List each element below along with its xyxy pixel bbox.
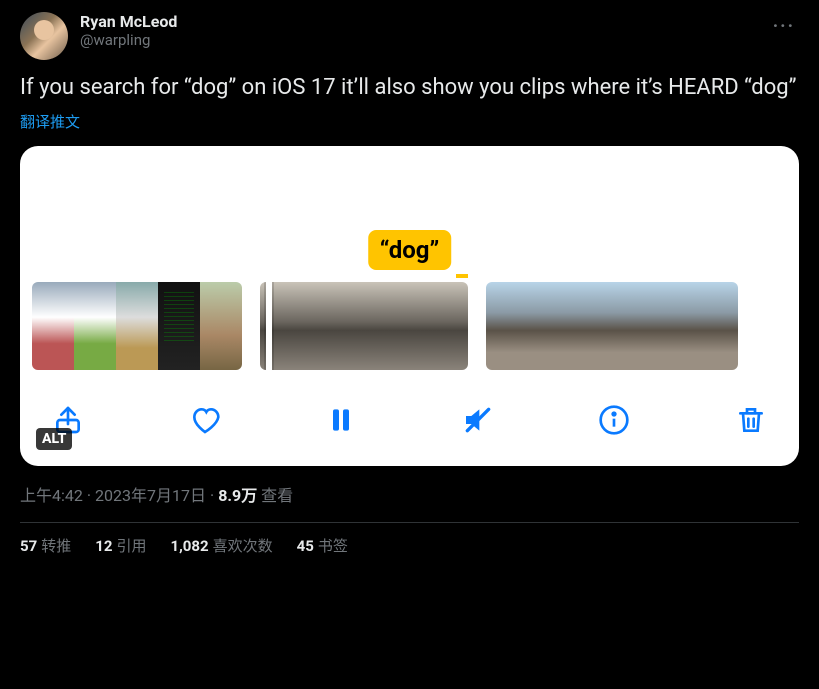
stat-label: 书签	[318, 537, 348, 555]
tweet-body: If you search for “dog” on iOS 17 it’ll …	[20, 74, 799, 103]
pause-icon[interactable]	[323, 402, 359, 438]
playhead-marker	[456, 274, 468, 278]
views-label: 查看	[261, 486, 293, 505]
views-count: 8.9万	[218, 486, 257, 505]
caption-tooltip: “dog”	[368, 230, 452, 270]
tweet-container: Ryan McLeod @warpling ··· If you search …	[0, 0, 819, 568]
media-inner: “dog”	[20, 146, 799, 466]
stat-num: 12	[95, 537, 112, 555]
thumbnail	[158, 282, 200, 370]
stat-label: 转推	[41, 537, 71, 555]
thumbnail	[528, 282, 570, 370]
thumbnail	[570, 282, 612, 370]
translate-link[interactable]: 翻译推文	[20, 111, 80, 132]
thumbnail	[696, 282, 738, 370]
stat-num: 45	[297, 537, 314, 555]
stat-likes[interactable]: 1,082 喜欢次数	[170, 535, 272, 556]
thumbnail	[200, 282, 242, 370]
stats-row: 57转推 12引用 1,082 喜欢次数 45书签	[20, 535, 799, 556]
divider	[20, 522, 799, 523]
stat-retweets[interactable]: 57转推	[20, 535, 71, 556]
trash-icon[interactable]	[733, 402, 769, 438]
tweet-header: Ryan McLeod @warpling ···	[20, 12, 799, 60]
stat-num: 1,082	[170, 537, 208, 555]
media-card[interactable]: “dog”	[20, 146, 799, 466]
thumbnail	[364, 282, 416, 370]
clip-group[interactable]	[32, 282, 242, 370]
meta-row[interactable]: 上午4:42·2023年7月17日·8.9万 查看	[20, 482, 799, 506]
thumbnail	[312, 282, 364, 370]
thumbnail	[74, 282, 116, 370]
stat-label: 引用	[116, 537, 146, 555]
info-icon[interactable]	[596, 402, 632, 438]
avatar[interactable]	[20, 12, 68, 60]
stat-label: 喜欢次数	[213, 537, 273, 555]
author-name: Ryan McLeod	[80, 12, 177, 31]
post-time: 上午4:42	[20, 486, 83, 505]
thumbnail	[612, 282, 654, 370]
stat-quotes[interactable]: 12引用	[95, 535, 146, 556]
clip-group-active[interactable]	[260, 282, 468, 370]
clip-group[interactable]	[486, 282, 738, 370]
thumbnail	[416, 282, 468, 370]
thumbnail	[32, 282, 74, 370]
author-block[interactable]: Ryan McLeod @warpling	[80, 12, 177, 49]
stat-num: 57	[20, 537, 37, 555]
post-date: 2023年7月17日	[95, 486, 206, 505]
more-icon[interactable]: ···	[769, 12, 799, 41]
filmstrip[interactable]	[20, 196, 799, 380]
thumbnail	[116, 282, 158, 370]
stat-bookmarks[interactable]: 45书签	[297, 535, 348, 556]
thumbnail	[654, 282, 696, 370]
alt-badge[interactable]: ALT	[36, 428, 72, 450]
author-handle: @warpling	[80, 31, 177, 49]
mute-icon[interactable]	[460, 402, 496, 438]
heart-icon[interactable]	[187, 402, 223, 438]
media-toolbar	[20, 380, 799, 466]
thumbnail	[486, 282, 528, 370]
thumbnail	[260, 282, 312, 370]
